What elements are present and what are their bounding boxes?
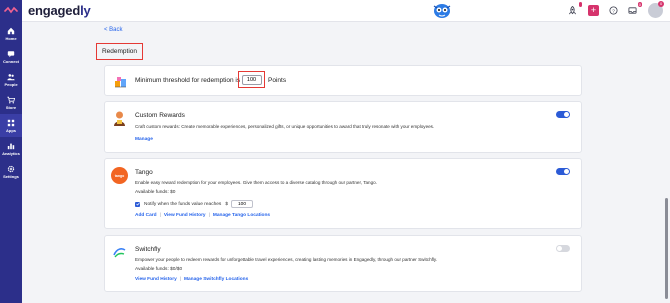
grid-icon (7, 119, 15, 126)
chat-icon (7, 50, 15, 57)
rocket-icon[interactable] (567, 2, 582, 16)
threshold-unit: Points (268, 77, 287, 84)
currency-symbol: $ (225, 201, 229, 207)
sidebar-item-connect[interactable]: Connect (0, 45, 22, 68)
switchfly-description: Empower your people to redeem rewards fo… (135, 257, 438, 262)
switchfly-logo (113, 248, 126, 258)
notify-checkbox[interactable] (135, 201, 140, 207)
custom-rewards-card: Custom Rewards Craft custom rewards: Cre… (104, 101, 582, 153)
inbox-icon[interactable]: 0 (627, 2, 642, 16)
cart-icon (7, 96, 15, 104)
tango-description: Enable easy reward redemption for your e… (135, 180, 377, 185)
sidebar-item-people[interactable]: People (0, 68, 22, 91)
inbox-badge: 0 (637, 2, 642, 7)
page-title-text: Redemption (101, 48, 138, 55)
sidebar: Home Connect People Store Apps Analytics… (0, 0, 22, 303)
mascot-icon (433, 4, 451, 18)
threshold-label: Minimum threshold for redemption is (135, 77, 241, 84)
manage-switchfly-locations-link[interactable]: Manage Switchfly Locations (184, 277, 248, 282)
view-fund-history-link[interactable]: View Fund History (164, 213, 206, 218)
sidebar-item-label: Connect (3, 58, 19, 64)
custom-rewards-toggle[interactable] (556, 111, 570, 118)
gift-icon (115, 77, 126, 88)
chart-icon (7, 143, 15, 149)
sidebar-item-label: People (4, 81, 18, 87)
custom-rewards-title: Custom Rewards (135, 112, 185, 119)
back-link[interactable]: < Back (104, 27, 123, 33)
tango-logo: tango (111, 167, 128, 184)
top-bar: engagedly + ? 0 0 (22, 0, 670, 22)
notify-amount-input[interactable] (231, 200, 254, 208)
tango-toggle[interactable] (556, 168, 570, 175)
link-separator: | (159, 213, 161, 218)
threshold-card: Minimum threshold for redemption is Poin… (104, 65, 582, 96)
sidebar-item-analytics[interactable]: Analytics (0, 137, 22, 160)
custom-rewards-icon (114, 111, 125, 126)
sidebar-item-label: Apps (6, 127, 16, 133)
sidebar-item-label: Home (5, 35, 17, 41)
avatar-badge: 0 (658, 1, 665, 7)
switchfly-view-fund-history-link[interactable]: View Fund History (135, 277, 177, 282)
toggle-knob (564, 112, 569, 117)
sidebar-item-label: Analytics (2, 150, 20, 156)
home-icon (7, 27, 15, 34)
switchfly-available-funds: Available funds: $0/$0 (135, 267, 183, 272)
app-logo-icon[interactable] (0, 0, 22, 22)
add-button[interactable]: + (588, 5, 599, 16)
rocket-badge (578, 2, 582, 7)
switchfly-title: Switchfly (135, 246, 161, 253)
help-icon[interactable]: ? (608, 5, 619, 16)
tango-card: tango Tango Enable easy reward redemptio… (104, 158, 582, 229)
brand-logo-text: engaged (28, 3, 81, 18)
notify-label: Notify when the funds value reaches (144, 201, 222, 207)
switchfly-card: Switchfly Empower your people to redeem … (104, 235, 582, 292)
custom-rewards-description: Craft custom rewards: Create memorable e… (135, 124, 435, 129)
tango-title: Tango (135, 169, 153, 176)
toggle-knob (557, 246, 562, 251)
sidebar-item-apps[interactable]: Apps (0, 114, 22, 137)
switchfly-toggle[interactable] (556, 245, 570, 252)
sidebar-item-store[interactable]: Store (0, 91, 22, 114)
link-separator: | (179, 277, 182, 282)
people-icon (7, 73, 15, 80)
link-separator: | (208, 213, 210, 218)
svg-text:?: ? (612, 8, 615, 14)
page-title: Redemption (96, 43, 143, 60)
manage-custom-rewards-link[interactable]: Manage (135, 137, 153, 142)
sidebar-item-settings[interactable]: Settings (0, 160, 22, 183)
brand-logo[interactable]: engagedly (28, 3, 91, 18)
brand-logo-suffix: ly (80, 3, 91, 18)
toggle-knob (564, 169, 569, 174)
sidebar-item-label: Store (5, 104, 17, 110)
tango-notify-row: Notify when the funds value reaches $ (135, 200, 254, 208)
scrollbar[interactable] (665, 198, 668, 299)
sidebar-item-label: Settings (3, 173, 19, 179)
sidebar-item-home[interactable]: Home (0, 22, 22, 45)
gear-icon (7, 165, 15, 172)
threshold-input[interactable] (241, 74, 262, 85)
tango-available-funds: Available funds: $0 (135, 190, 176, 195)
add-card-link[interactable]: Add Card (135, 213, 157, 218)
threshold-highlight (238, 71, 265, 88)
manage-tango-locations-link[interactable]: Manage Tango Locations (213, 213, 270, 218)
